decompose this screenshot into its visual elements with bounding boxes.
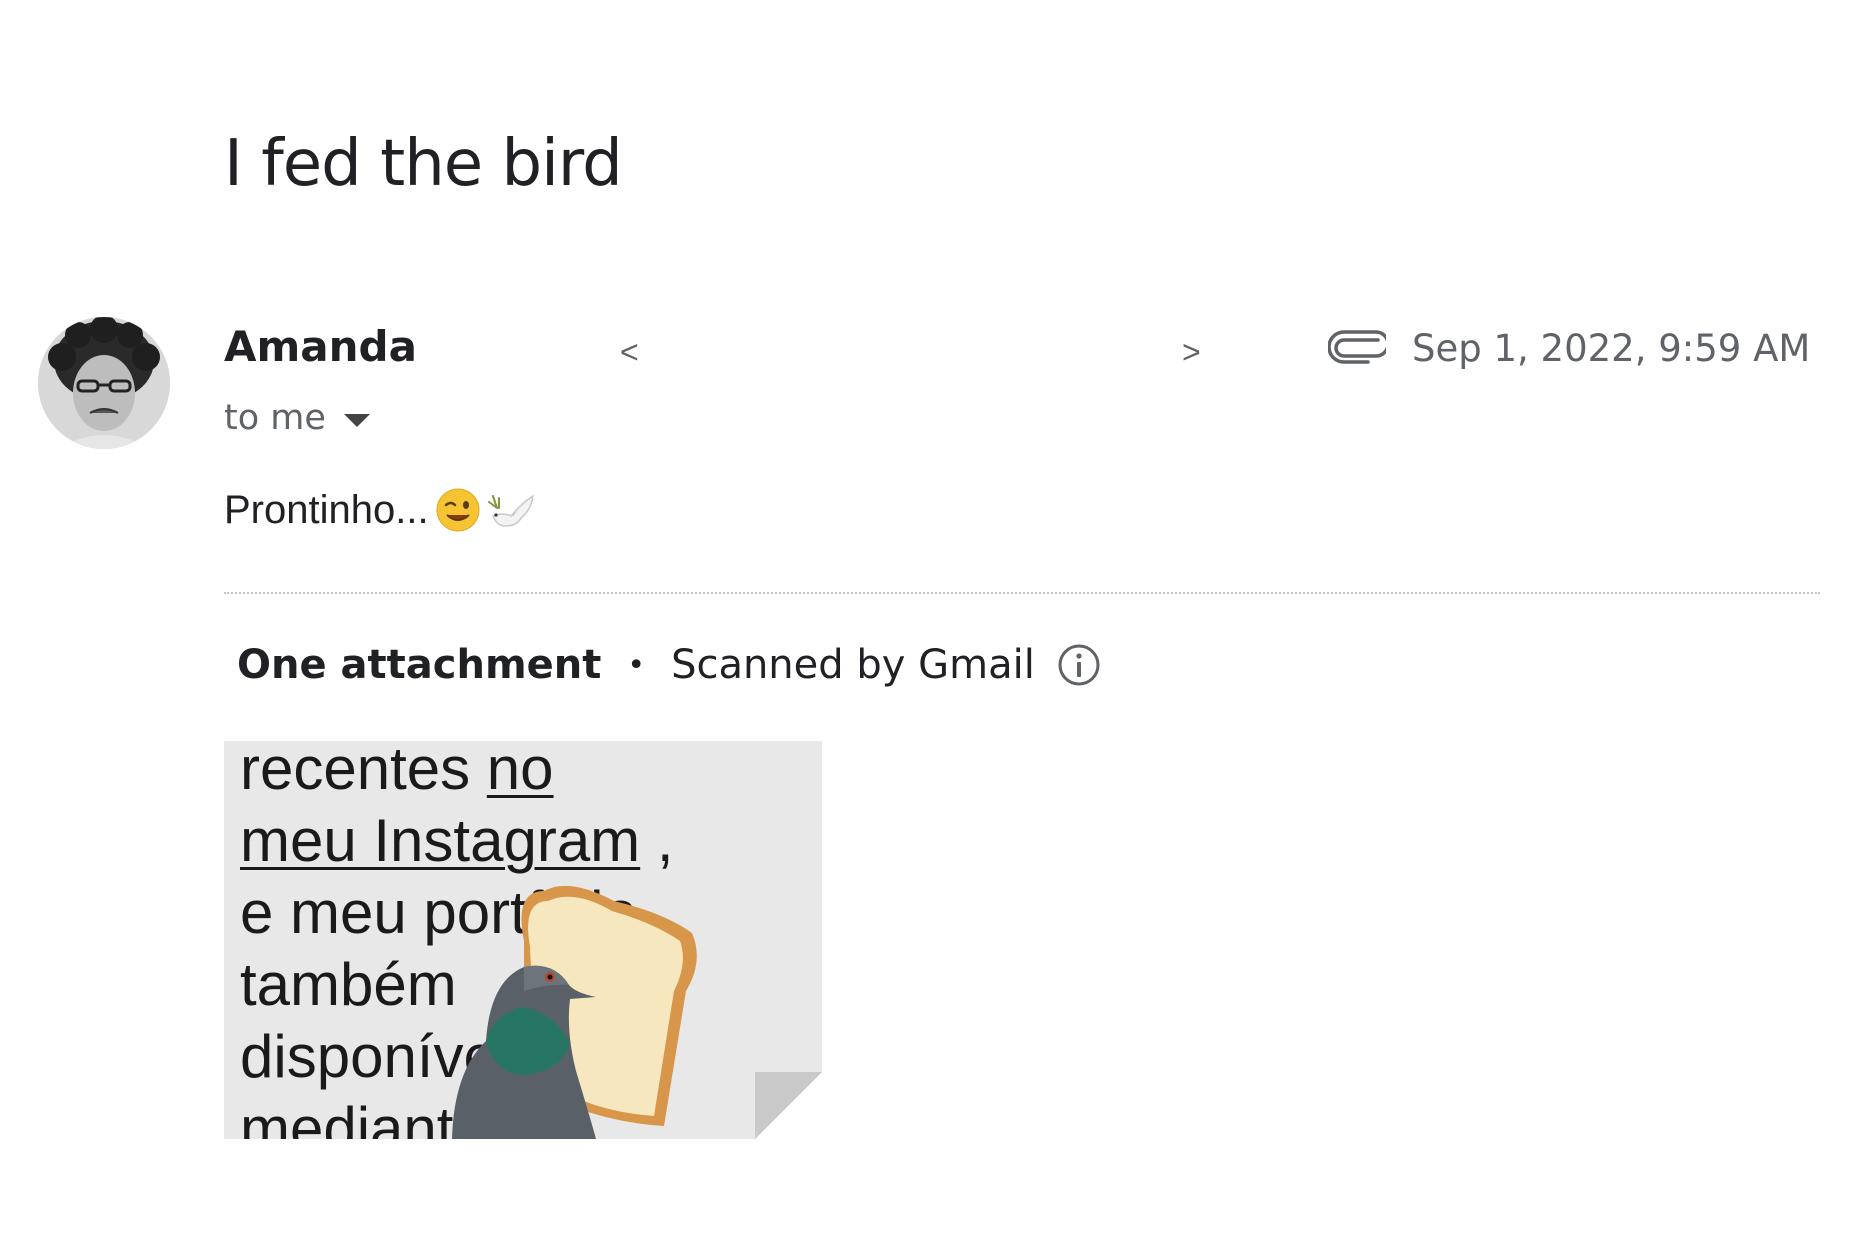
dove-icon	[487, 494, 534, 527]
attachments-header: One attachment • Scanned by Gmail	[237, 642, 1101, 688]
recipient-details-toggle[interactable]: to me	[224, 398, 370, 438]
sender-name[interactable]: Amanda	[224, 326, 417, 368]
chevron-down-icon[interactable]	[343, 413, 370, 427]
email-body: Prontinho...	[224, 486, 539, 534]
sender-avatar[interactable]	[38, 317, 170, 449]
sender-address-close: >	[1182, 334, 1201, 370]
info-icon[interactable]	[1057, 643, 1101, 687]
attachments-divider	[224, 592, 1820, 594]
bread-pigeon-sticker	[452, 885, 822, 1139]
email-subject: I fed the bird	[224, 127, 623, 201]
body-text: Prontinho...	[224, 487, 429, 532]
recipient-label: to me	[224, 398, 326, 438]
attachment-thumbnail[interactable]: recentes no meu Instagram , e meu portfó…	[224, 741, 822, 1139]
separator: •	[627, 647, 646, 683]
scanned-label: Scanned by Gmail	[671, 642, 1035, 688]
attachment-count: One attachment	[237, 642, 602, 688]
email-date: Sep 1, 2022, 9:59 AM	[1412, 327, 1811, 370]
sender-address-open: <	[620, 334, 639, 370]
avatar-photo	[38, 317, 170, 449]
winking-face-icon	[436, 488, 480, 532]
paperclip-icon	[1328, 330, 1386, 364]
